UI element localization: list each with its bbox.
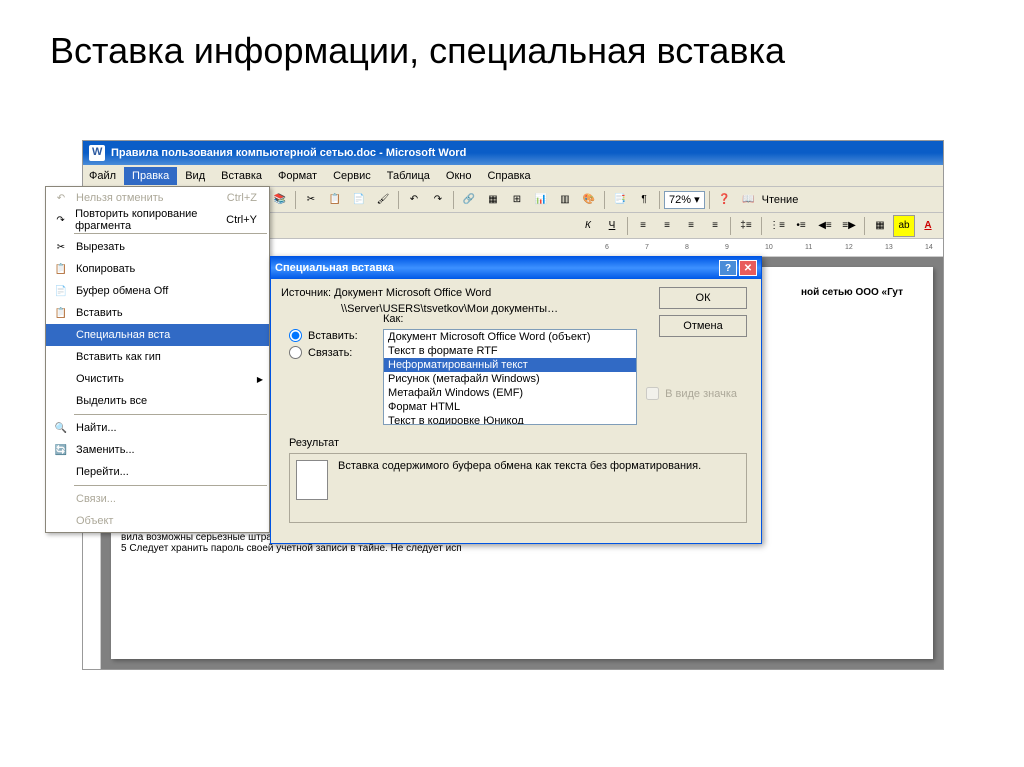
- menu-format[interactable]: Формат: [270, 167, 325, 185]
- font-color-icon[interactable]: A: [917, 215, 939, 237]
- undo-icon[interactable]: ↶: [403, 189, 425, 211]
- find-icon: 🔍: [50, 418, 72, 438]
- hyperlink-icon[interactable]: 🔗: [458, 189, 480, 211]
- excel-icon[interactable]: 📊: [530, 189, 552, 211]
- format-listbox[interactable]: Документ Microsoft Office Word (объект) …: [383, 329, 637, 425]
- result-text: Вставка содержимого буфера обмена как те…: [338, 460, 701, 472]
- radio-paste[interactable]: Вставить:: [289, 329, 358, 342]
- radio-link[interactable]: Связать:: [289, 346, 358, 359]
- word-icon: [89, 145, 105, 161]
- copy-icon[interactable]: 📋: [324, 189, 346, 211]
- window-title: Правила пользования компьютерной сетью.d…: [111, 147, 466, 159]
- menu-redo[interactable]: ↷ Повторить копирование фрагмента Ctrl+Y: [46, 209, 269, 231]
- list-item[interactable]: Метафайл Windows (EMF): [384, 386, 636, 400]
- list-item[interactable]: Формат HTML: [384, 400, 636, 414]
- line-spacing-icon[interactable]: ‡≡: [735, 215, 757, 237]
- list-item[interactable]: Рисунок (метафайл Windows): [384, 372, 636, 386]
- titlebar: Правила пользования компьютерной сетью.d…: [83, 141, 943, 165]
- source-label: Источник:: [281, 287, 331, 299]
- tables-icon[interactable]: ▦: [482, 189, 504, 211]
- italic-icon[interactable]: К: [577, 215, 599, 237]
- dialog-close-button[interactable]: ✕: [739, 260, 757, 276]
- as-label: Как:: [383, 313, 403, 325]
- read-icon[interactable]: 📖: [738, 189, 760, 211]
- align-center-icon[interactable]: ≡: [656, 215, 678, 237]
- docmap-icon[interactable]: 📑: [609, 189, 631, 211]
- menu-paste[interactable]: 📋 Вставить: [46, 302, 269, 324]
- undo-icon: ↶: [50, 188, 72, 208]
- menu-undo: ↶ Нельзя отменить Ctrl+Z: [46, 187, 269, 209]
- menu-insert[interactable]: Вставка: [213, 167, 270, 185]
- drawing-icon[interactable]: 🎨: [578, 189, 600, 211]
- redo-icon: ↷: [50, 210, 71, 230]
- paste-special-dialog: Специальная вставка ? ✕ Источник: Докуме…: [270, 256, 762, 544]
- menu-view[interactable]: Вид: [177, 167, 213, 185]
- cut-icon: ✂: [50, 237, 72, 257]
- menubar: Файл Правка Вид Вставка Формат Сервис Та…: [83, 165, 943, 187]
- list-item[interactable]: Текст в кодировке Юникод: [384, 414, 636, 425]
- edit-menu-dropdown: ↶ Нельзя отменить Ctrl+Z ↷ Повторить коп…: [45, 186, 270, 533]
- underline-icon[interactable]: Ч: [601, 215, 623, 237]
- align-right-icon[interactable]: ≡: [680, 215, 702, 237]
- slide-title: Вставка информации, специальная вставка: [0, 0, 1024, 92]
- menu-edit[interactable]: Правка: [124, 167, 177, 185]
- menu-window[interactable]: Окно: [438, 167, 480, 185]
- borders-icon[interactable]: ▦: [869, 215, 891, 237]
- help-icon[interactable]: ❓: [714, 189, 736, 211]
- dialog-help-button[interactable]: ?: [719, 260, 737, 276]
- justify-icon[interactable]: ≡: [704, 215, 726, 237]
- menu-object: Объект: [46, 510, 269, 532]
- indent-dec-icon[interactable]: ◀≡: [814, 215, 836, 237]
- menu-replace[interactable]: 🔄 Заменить...: [46, 439, 269, 461]
- result-icon: [296, 460, 328, 500]
- ok-button[interactable]: ОК: [659, 287, 747, 309]
- paste-icon[interactable]: 📄: [348, 189, 370, 211]
- research-icon[interactable]: 📚: [269, 189, 291, 211]
- numbering-icon[interactable]: ⋮≡: [766, 215, 788, 237]
- result-label: Результат: [289, 437, 339, 449]
- result-box: Вставка содержимого буфера обмена как те…: [289, 453, 747, 523]
- redo-icon[interactable]: ↷: [427, 189, 449, 211]
- menu-copy[interactable]: 📋 Копировать: [46, 258, 269, 280]
- source-value: Документ Microsoft Office Word: [334, 287, 491, 299]
- menu-links: Связи...: [46, 488, 269, 510]
- cut-icon[interactable]: ✂: [300, 189, 322, 211]
- table-icon[interactable]: ⊞: [506, 189, 528, 211]
- zoom-combo[interactable]: 72% ▾: [664, 191, 705, 209]
- format-painter-icon[interactable]: 🖌: [372, 189, 394, 211]
- menu-help[interactable]: Справка: [479, 167, 538, 185]
- menu-goto[interactable]: Перейти...: [46, 461, 269, 483]
- clipboard-icon: 📄: [50, 281, 72, 301]
- menu-tools[interactable]: Сервис: [325, 167, 379, 185]
- cancel-button[interactable]: Отмена: [659, 315, 747, 337]
- menu-file[interactable]: Файл: [87, 167, 124, 185]
- list-item[interactable]: Документ Microsoft Office Word (объект): [384, 330, 636, 344]
- show-icon[interactable]: ¶: [633, 189, 655, 211]
- menu-find[interactable]: 🔍 Найти...: [46, 417, 269, 439]
- menu-paste-special[interactable]: Специальная вста: [46, 324, 269, 346]
- list-item[interactable]: Неформатированный текст: [384, 358, 636, 372]
- columns-icon[interactable]: ▥: [554, 189, 576, 211]
- menu-clipboard[interactable]: 📄 Буфер обмена Off: [46, 280, 269, 302]
- align-left-icon[interactable]: ≡: [632, 215, 654, 237]
- indent-inc-icon[interactable]: ≡▶: [838, 215, 860, 237]
- replace-icon: 🔄: [50, 440, 72, 460]
- dialog-titlebar: Специальная вставка ? ✕: [271, 257, 761, 279]
- source-path: \\Server\USERS\tsvetkov\Мои документы…: [341, 303, 558, 315]
- menu-clear[interactable]: Очистить ▶: [46, 368, 269, 390]
- highlight-icon[interactable]: ab: [893, 215, 915, 237]
- menu-cut[interactable]: ✂ Вырезать: [46, 236, 269, 258]
- list-item[interactable]: Текст в формате RTF: [384, 344, 636, 358]
- menu-select-all[interactable]: Выделить все: [46, 390, 269, 412]
- paste-icon: 📋: [50, 303, 72, 323]
- copy-icon: 📋: [50, 259, 72, 279]
- reading-label[interactable]: Чтение: [762, 194, 799, 206]
- as-icon-checkbox: В виде значка: [646, 387, 737, 400]
- bullets-icon[interactable]: •≡: [790, 215, 812, 237]
- menu-paste-as[interactable]: Вставить как гип: [46, 346, 269, 368]
- menu-table[interactable]: Таблица: [379, 167, 438, 185]
